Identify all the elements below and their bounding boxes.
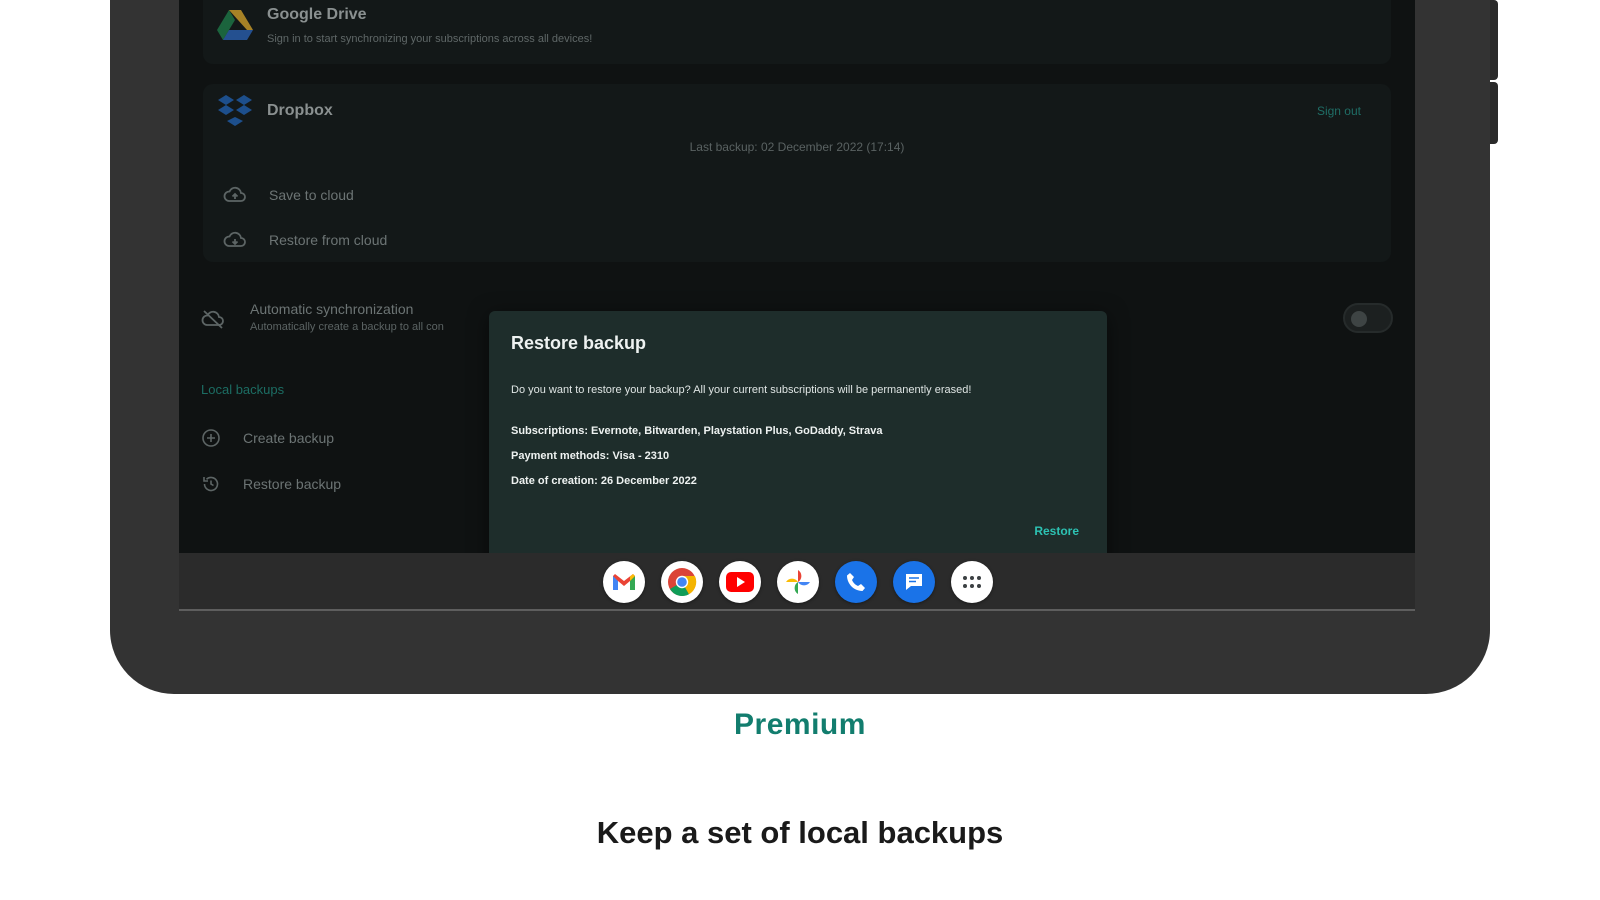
google-drive-card[interactable]: Google Drive Sign in to start synchroniz… (203, 0, 1391, 64)
cloud-sync-icon (201, 310, 224, 329)
auto-sync-subtitle: Automatically create a backup to all con (250, 321, 444, 333)
restore-backup-label: Restore backup (243, 476, 342, 492)
gmail-icon[interactable] (603, 561, 645, 603)
restore-backup-dialog: Restore backup Do you want to restore yo… (489, 311, 1107, 553)
google-drive-subtitle: Sign in to start synchronizing your subs… (267, 33, 593, 45)
photos-icon[interactable] (777, 561, 819, 603)
dropbox-card: Dropbox Sign out Last backup: 02 Decembe… (203, 84, 1391, 262)
headline: Keep a set of local backups (596, 815, 1004, 850)
dropbox-sign-out-link[interactable]: Sign out (1317, 104, 1361, 118)
power-button (1490, 0, 1498, 80)
dialog-date-of-creation: Date of creation: 26 December 2022 (511, 475, 697, 487)
messages-icon[interactable] (893, 561, 935, 603)
restore-from-cloud-label: Restore from cloud (269, 232, 388, 248)
app-drawer-icon[interactable] (951, 561, 993, 603)
dropbox-title: Dropbox (267, 102, 333, 119)
cloud-download-icon (223, 231, 246, 247)
dialog-subscriptions: Subscriptions: Evernote, Bitwarden, Play… (511, 425, 883, 437)
create-backup-label: Create backup (243, 430, 335, 446)
google-drive-title: Google Drive (267, 6, 367, 23)
dialog-message: Do you want to restore your backup? All … (511, 384, 972, 396)
dropbox-icon (218, 95, 252, 126)
toggle-knob (1351, 311, 1367, 327)
chrome-icon[interactable] (661, 561, 703, 603)
dialog-payment-methods: Payment methods: Visa - 2310 (511, 450, 670, 462)
auto-sync-title: Automatic synchronization (250, 301, 414, 317)
restore-backup-button[interactable]: Restore backup (201, 466, 341, 502)
youtube-icon[interactable] (719, 561, 761, 603)
create-backup-button[interactable]: Create backup (201, 420, 334, 456)
add-circle-icon (202, 429, 220, 447)
auto-sync-toggle[interactable] (1343, 303, 1393, 333)
dialog-title: Restore backup (511, 333, 647, 353)
premium-label: Premium (734, 708, 866, 741)
cloud-upload-icon (223, 186, 246, 202)
google-drive-icon (217, 10, 253, 40)
last-backup-label: Last backup: 02 December 2022 (17:14) (689, 140, 905, 154)
phone-icon[interactable] (835, 561, 877, 603)
history-icon (203, 476, 219, 492)
taskbar-dock (179, 553, 1415, 611)
save-to-cloud-button[interactable]: Save to cloud (223, 177, 354, 213)
app-screen: Google Drive Sign in to start synchroniz… (179, 0, 1415, 553)
save-to-cloud-label: Save to cloud (269, 187, 354, 203)
volume-button (1490, 82, 1498, 144)
dialog-restore-button[interactable]: Restore (1034, 524, 1079, 538)
local-backups-section-title: Local backups (201, 382, 285, 397)
restore-from-cloud-button[interactable]: Restore from cloud (223, 222, 387, 258)
